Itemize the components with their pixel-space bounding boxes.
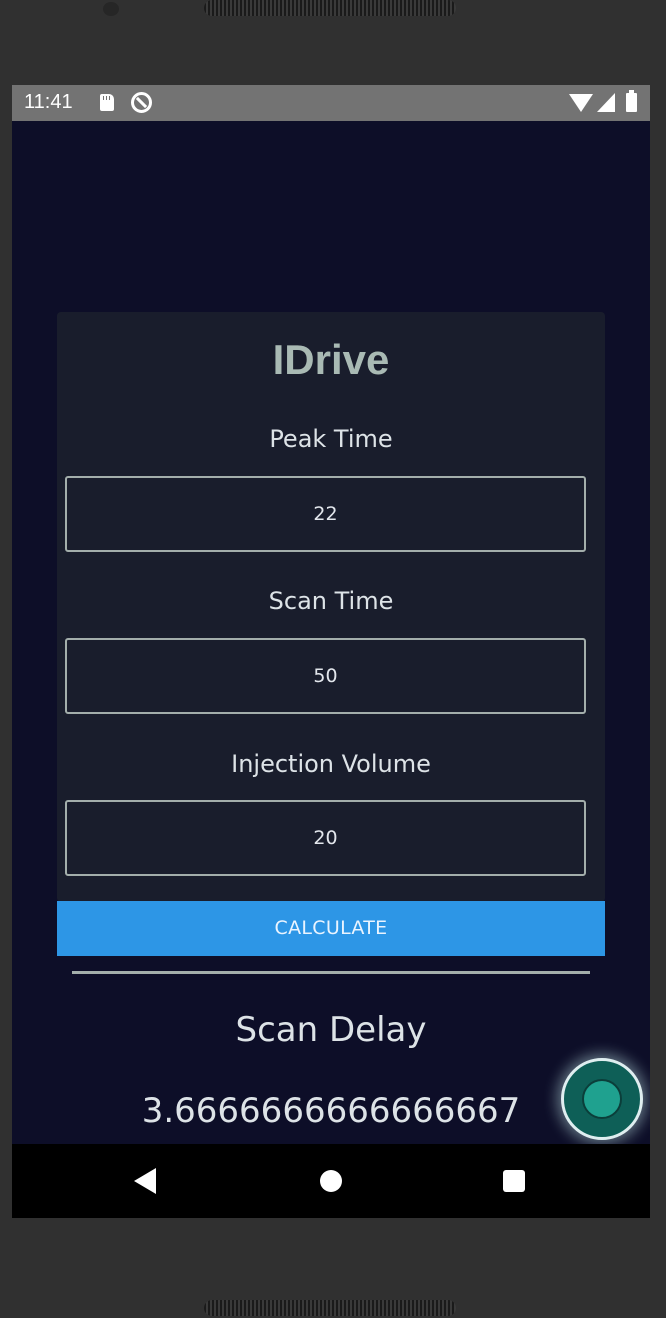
wifi-icon [569, 94, 593, 112]
status-bar: 11:41 [12, 85, 650, 121]
scan-delay-value: 3.6666666666666667 [141, 1091, 521, 1131]
calculate-button[interactable]: CALCULATE [57, 901, 605, 956]
cell-signal-icon [597, 93, 615, 112]
device-frame: 11:41 IDrive Peak Time Scan Time Injecti… [0, 0, 666, 1318]
scan-time-input[interactable] [65, 638, 586, 714]
injection-volume-input[interactable] [65, 800, 586, 876]
bottom-speaker [204, 1300, 456, 1316]
peak-time-input[interactable] [65, 476, 586, 552]
navigation-bar [12, 1144, 650, 1218]
recents-icon[interactable] [503, 1170, 525, 1192]
sd-card-icon [100, 94, 114, 111]
scan-time-label: Scan Time [268, 587, 394, 615]
peak-time-label: Peak Time [269, 425, 393, 453]
back-icon[interactable] [134, 1168, 156, 1194]
record-icon [582, 1079, 622, 1119]
scan-delay-label: Scan Delay [235, 1010, 427, 1050]
calculator-card: IDrive Peak Time Scan Time Injection Vol… [57, 312, 605, 902]
app-title: IDrive [272, 336, 390, 383]
top-speaker [204, 0, 456, 16]
floating-action-button[interactable] [561, 1058, 643, 1140]
divider [72, 971, 590, 974]
phone-screen: 11:41 IDrive Peak Time Scan Time Injecti… [12, 85, 650, 1218]
injection-volume-label: Injection Volume [231, 750, 431, 778]
front-camera [103, 2, 119, 16]
home-icon[interactable] [320, 1170, 342, 1192]
battery-icon [626, 90, 637, 112]
do-not-disturb-icon [131, 92, 152, 113]
status-time: 11:41 [24, 91, 73, 113]
